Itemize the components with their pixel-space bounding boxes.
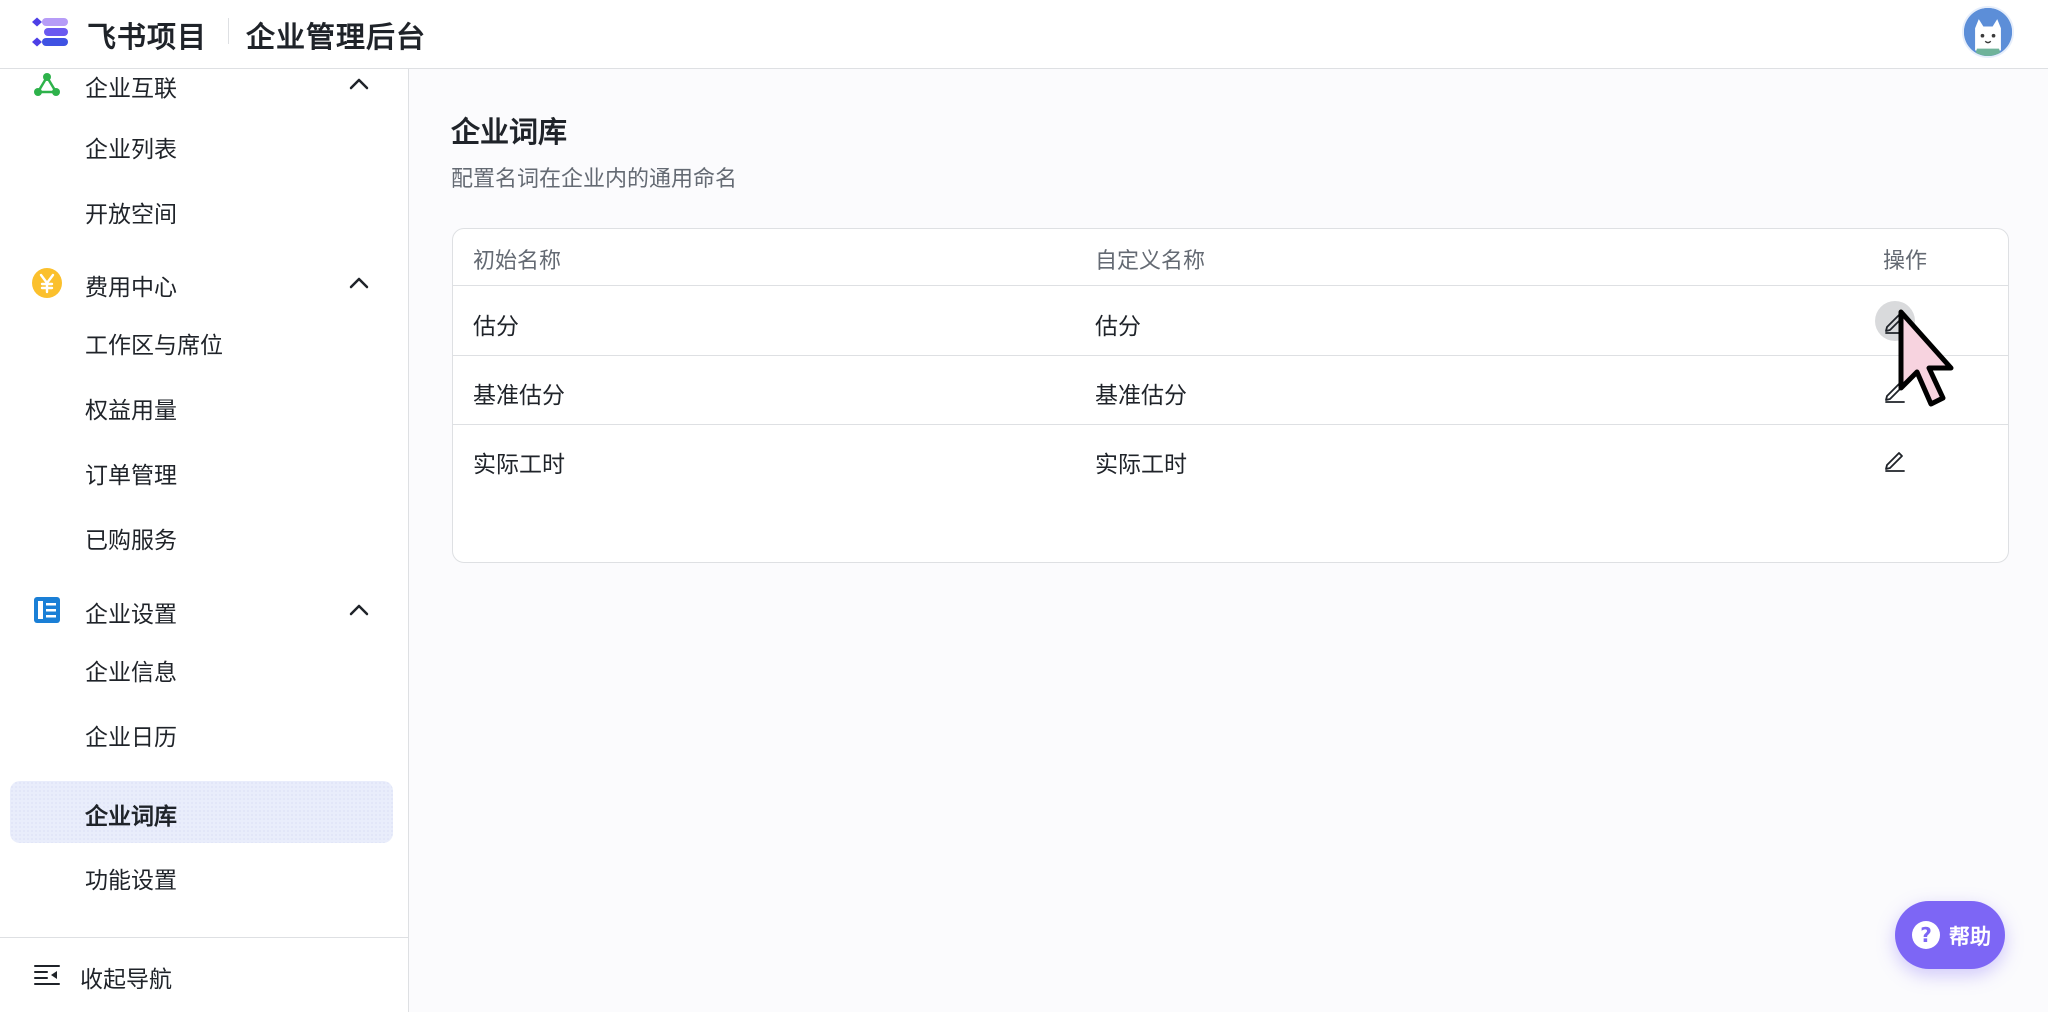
cell-original-name: 实际工时 <box>473 452 565 478</box>
yuan-coin-icon <box>32 268 62 298</box>
edit-button[interactable] <box>1875 439 1915 479</box>
column-header-original-name: 初始名称 <box>473 249 562 274</box>
sidebar-item-open-space[interactable]: 开放空间 <box>10 179 393 241</box>
cell-original-name: 基准估分 <box>473 383 565 409</box>
enterprise-settings-icon <box>34 597 60 623</box>
sidebar-item-label: 开放空间 <box>85 202 177 228</box>
cell-original-name: 估分 <box>473 314 519 340</box>
sidebar-group-enterprise-connect[interactable]: 企业互联 <box>0 51 409 117</box>
pencil-edit-icon <box>1885 452 1905 472</box>
cell-custom-name: 实际工时 <box>1095 452 1187 478</box>
chevron-up-icon[interactable] <box>346 71 372 97</box>
sidebar-group-label: 企业设置 <box>85 602 177 628</box>
sidebar-item-benefit-usage[interactable]: 权益用量 <box>10 375 393 437</box>
sidebar-item-label: 工作区与席位 <box>85 333 223 359</box>
sidebar-item-label: 已购服务 <box>85 528 177 554</box>
sidebar-group-billing-center[interactable]: 费用中心 <box>0 250 409 316</box>
sidebar-item-label: 企业信息 <box>85 660 177 686</box>
table-header: 初始名称 自定义名称 操作 <box>453 229 2008 286</box>
sidebar: 企业互联 企业列表 开放空间 费用中心 工作区与席位 权益用量 订单管理 已购服… <box>0 69 409 1012</box>
sidebar-item-enterprise-list[interactable]: 企业列表 <box>10 114 393 176</box>
enterprise-connect-icon <box>34 73 60 96</box>
page-title: 企业词库 <box>451 115 568 149</box>
sidebar-item-label: 功能设置 <box>85 868 177 894</box>
sidebar-item-feature-settings[interactable]: 功能设置 <box>10 845 393 907</box>
sidebar-item-label: 企业词库 <box>85 804 177 830</box>
sidebar-item-purchased-services[interactable]: 已购服务 <box>10 505 393 567</box>
pencil-edit-icon <box>1885 383 1905 403</box>
chevron-up-icon[interactable] <box>346 597 372 623</box>
table-row: 基准估分 基准估分 <box>453 356 2008 425</box>
sidebar-item-label: 企业日历 <box>85 725 177 751</box>
pencil-edit-icon <box>1885 314 1905 334</box>
app-name: 飞书项目 <box>87 20 208 54</box>
header-divider <box>228 18 229 44</box>
collapse-nav-button[interactable]: 收起导航 <box>0 937 409 1012</box>
sidebar-item-enterprise-glossary[interactable]: 企业词库 <box>10 781 393 843</box>
collapse-nav-label: 收起导航 <box>80 967 172 993</box>
glossary-table: 初始名称 自定义名称 操作 估分 估分 基准估分 基准估分 实际工时 实际工时 <box>452 228 2009 563</box>
sidebar-group-enterprise-settings[interactable]: 企业设置 <box>0 577 409 643</box>
chevron-up-icon[interactable] <box>346 270 372 296</box>
sidebar-item-label: 权益用量 <box>85 398 177 424</box>
edit-button[interactable] <box>1875 370 1915 410</box>
sidebar-item-enterprise-calendar[interactable]: 企业日历 <box>10 702 393 764</box>
cell-custom-name: 估分 <box>1095 314 1141 340</box>
user-avatar-cat-icon[interactable] <box>1962 6 2014 58</box>
collapse-sidebar-icon <box>34 965 60 985</box>
column-header-actions: 操作 <box>1883 249 1928 274</box>
sidebar-item-label: 订单管理 <box>85 463 177 489</box>
cell-custom-name: 基准估分 <box>1095 383 1187 409</box>
sidebar-item-workspace-seats[interactable]: 工作区与席位 <box>10 310 393 372</box>
sidebar-item-enterprise-info[interactable]: 企业信息 <box>10 637 393 699</box>
question-circle-icon: ? <box>1912 921 1940 949</box>
column-header-custom-name: 自定义名称 <box>1095 249 1206 274</box>
help-button[interactable]: ? 帮助 <box>1895 901 2005 969</box>
main-content: 企业词库 配置名词在企业内的通用命名 初始名称 自定义名称 操作 估分 估分 基… <box>410 69 2048 1012</box>
sidebar-item-order-management[interactable]: 订单管理 <box>10 440 393 502</box>
help-label: 帮助 <box>1949 925 1991 949</box>
table-row: 实际工时 实际工时 <box>453 425 2008 494</box>
table-row: 估分 估分 <box>453 287 2008 356</box>
sidebar-group-label: 费用中心 <box>85 275 177 301</box>
sidebar-item-label: 企业列表 <box>85 137 177 163</box>
sidebar-group-label: 企业互联 <box>85 76 177 102</box>
edit-button[interactable] <box>1875 301 1915 341</box>
feishu-project-logo-icon[interactable] <box>30 16 70 48</box>
page-description: 配置名词在企业内的通用命名 <box>451 167 738 192</box>
section-title: 企业管理后台 <box>246 20 427 54</box>
